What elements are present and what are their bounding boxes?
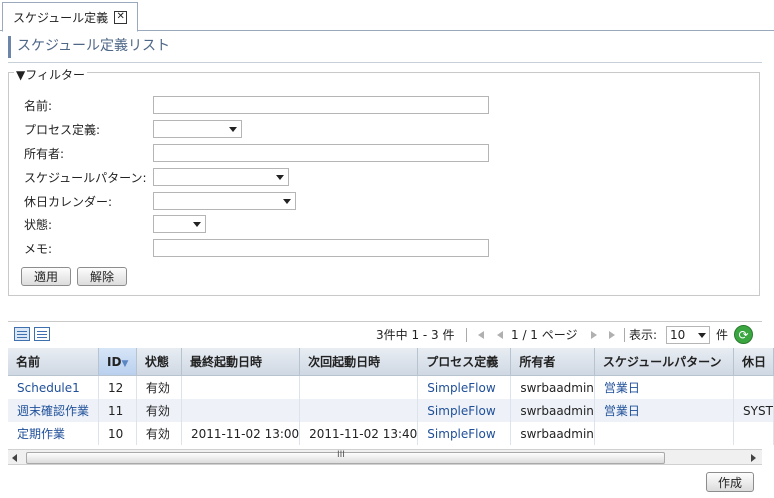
chevron-down-icon (283, 199, 291, 204)
schedule-status: 有効 (136, 422, 183, 445)
schedule-id: 10 (98, 422, 137, 445)
divider (8, 62, 762, 63)
last-run-time (181, 375, 301, 399)
horizontal-scrollbar[interactable]: III (8, 449, 762, 465)
holiday-calendar (733, 375, 774, 399)
holiday-calendar-label: 休日カレンダー: (24, 195, 113, 209)
holiday-calendar (733, 422, 774, 445)
schedule-name-link[interactable]: 週末確認作業 (8, 399, 100, 422)
schedule-id: 12 (98, 375, 137, 399)
tab-schedule-definition[interactable]: スケジュール定義 ✕ (2, 2, 139, 32)
schedule-status: 有効 (136, 375, 183, 399)
clear-button[interactable]: 解除 (77, 267, 127, 286)
schedule-id: 11 (98, 399, 137, 422)
page-indicator: 1 / 1 ページ (511, 328, 578, 342)
name-label: 名前: (24, 99, 53, 113)
process-link[interactable]: SimpleFlow (417, 399, 512, 422)
owner-label: 所有者: (24, 147, 65, 161)
chevron-down-icon (193, 222, 201, 227)
page-title: スケジュール定義リスト (8, 36, 771, 58)
table-row: 週末確認作業 11 有効 SimpleFlow swrbaadmin 営業日 S… (8, 399, 774, 422)
owner: swrbaadmin (510, 399, 595, 422)
table-row: 定期作業 10 有効 2011-11-02 13:00 2011-11-02 1… (8, 422, 774, 445)
scrollbar-grip: III (337, 450, 345, 460)
sort-descending-icon: ▼ (121, 358, 129, 369)
detail-view-icon[interactable] (34, 327, 50, 341)
divider (466, 328, 467, 342)
next-page-icon[interactable] (591, 331, 597, 339)
process-link[interactable]: SimpleFlow (417, 422, 512, 445)
owner: swrbaadmin (510, 375, 595, 399)
status-label: 状態: (24, 218, 53, 232)
chevron-down-icon (276, 175, 284, 180)
page-size-unit: 件 (716, 328, 729, 342)
next-run-time: 2011-11-02 13:40 (299, 422, 419, 445)
create-button[interactable]: 作成 (706, 472, 754, 492)
scrollbar-thumb[interactable]: III (26, 450, 665, 464)
last-page-icon[interactable] (609, 331, 615, 339)
divider (624, 328, 625, 342)
apply-button[interactable]: 適用 (21, 267, 71, 286)
schedule-status: 有効 (136, 399, 183, 422)
table-row: Schedule1 12 有効 SimpleFlow swrbaadmin 営業… (8, 375, 774, 399)
grid-toolbar: 3件中 1 - 3 件 1 / 1 ページ 表示: 10 件 ⟳ (8, 321, 762, 349)
column-header-process[interactable]: プロセス定義 (417, 348, 512, 376)
record-summary: 3件中 1 - 3 件 (376, 328, 455, 342)
owner-input[interactable] (153, 144, 489, 162)
memo-label: メモ: (24, 242, 53, 256)
process-definition-label: プロセス定義: (24, 123, 101, 137)
next-run-time (299, 375, 419, 399)
refresh-icon[interactable]: ⟳ (734, 325, 753, 344)
scroll-left-icon[interactable] (12, 454, 17, 462)
column-header-id[interactable]: ID▼ (98, 348, 137, 376)
tab-bar: スケジュール定義 ✕ (0, 0, 774, 32)
column-header-owner[interactable]: 所有者 (510, 348, 595, 376)
process-link[interactable]: SimpleFlow (417, 375, 512, 399)
table-header-row: 名前 ID▼ 状態 最終起動日時 次回起動日時 プロセス定義 所有者 スケジュー… (8, 348, 774, 376)
column-header-name[interactable]: 名前 (8, 348, 100, 376)
first-page-icon[interactable] (478, 331, 484, 339)
next-run-time (299, 399, 419, 422)
pattern-link[interactable] (594, 422, 735, 445)
memo-input[interactable] (153, 239, 489, 257)
column-header-pattern[interactable]: スケジュールパターン (594, 348, 735, 376)
scroll-right-icon[interactable] (751, 454, 756, 462)
owner: swrbaadmin (510, 422, 595, 445)
name-input[interactable] (153, 96, 489, 114)
holiday-calendar: SYST (733, 399, 774, 422)
status-select[interactable] (153, 215, 206, 233)
pattern-link[interactable]: 営業日 (594, 375, 735, 399)
page-size-select[interactable]: 10 (666, 326, 710, 344)
last-run-time (181, 399, 301, 422)
prev-page-icon[interactable] (497, 331, 503, 339)
list-view-icon[interactable] (14, 327, 30, 341)
column-header-holiday[interactable]: 休日 (733, 348, 774, 376)
filter-toggle[interactable]: ▼フィルター (14, 66, 87, 83)
page-size-value: 10 (670, 328, 686, 342)
column-header-id-label: ID (107, 354, 122, 369)
holiday-calendar-select[interactable] (153, 192, 296, 210)
schedule-name-link[interactable]: 定期作業 (8, 422, 100, 445)
last-run-time: 2011-11-02 13:00 (181, 422, 301, 445)
chevron-down-icon (698, 333, 706, 338)
close-icon[interactable]: ✕ (114, 10, 128, 24)
pattern-link[interactable]: 営業日 (594, 399, 735, 422)
column-header-last-run[interactable]: 最終起動日時 (181, 348, 301, 376)
chevron-down-icon (229, 127, 237, 132)
schedule-name-link[interactable]: Schedule1 (8, 375, 100, 399)
column-header-next-run[interactable]: 次回起動日時 (299, 348, 419, 376)
schedule-pattern-select[interactable] (153, 168, 289, 186)
schedule-table: 名前 ID▼ 状態 最終起動日時 次回起動日時 プロセス定義 所有者 スケジュー… (8, 348, 774, 445)
column-header-status[interactable]: 状態 (136, 348, 183, 376)
schedule-pattern-label: スケジュールパターン: (24, 171, 147, 185)
page-size-label: 表示: (629, 328, 658, 342)
process-definition-select[interactable] (153, 120, 242, 138)
tab-label: スケジュール定義 (13, 10, 109, 25)
